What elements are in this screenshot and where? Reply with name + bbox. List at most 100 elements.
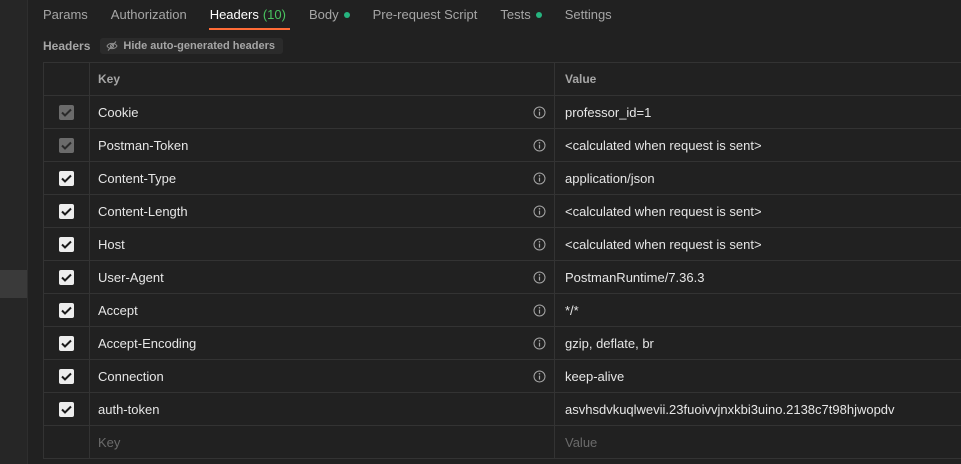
table-row: Content-Length <calculated when request i… [44,195,961,228]
checkmark-icon [61,108,72,117]
key-header-label: Key [98,72,121,86]
new-value-input[interactable]: Value [555,426,961,458]
checkmark-icon [61,339,72,348]
row-checkbox[interactable] [59,302,74,318]
row-value-cell[interactable]: professor_id=1 [555,96,961,128]
checkmark-icon [61,372,72,381]
table-row: Accept */* [44,294,961,327]
row-checkbox[interactable] [59,203,74,219]
row-checkbox[interactable] [59,170,74,186]
rows-container: Cookie professor_id=1 Postman-Token <calcul… [44,96,961,426]
row-value-cell[interactable]: application/json [555,162,961,194]
checkmark-icon [61,306,72,315]
value-column-header: Value [555,63,961,95]
row-check-cell [44,96,90,128]
checkmark-icon [61,240,72,249]
tab-label: Settings [564,7,612,22]
headers-table: Key Value Cookie professor_id=1 Postman-To… [43,62,961,459]
section-title: Headers [43,39,91,53]
row-value-cell[interactable]: <calculated when request is sent> [555,129,961,161]
row-key-cell[interactable]: Accept [90,294,555,326]
header-key: Host [98,236,125,252]
row-key-cell[interactable]: User-Agent [90,261,555,293]
key-column-header: Key [90,63,555,95]
row-check-cell [44,195,90,227]
new-key-input[interactable]: Key [90,426,555,458]
header-key: Accept-Encoding [98,335,197,351]
info-icon[interactable] [533,370,546,383]
row-checkbox [59,137,74,153]
info-icon[interactable] [533,172,546,185]
header-key: Postman-Token [98,137,189,153]
row-key-cell[interactable]: Host [90,228,555,260]
row-check-cell [44,261,90,293]
row-key-cell[interactable]: Content-Length [90,195,555,227]
row-key-cell[interactable]: Content-Type [90,162,555,194]
row-checkbox [59,104,74,120]
tab-status-dot [343,12,350,18]
row-checkbox[interactable] [59,335,74,351]
row-key-cell[interactable]: auth-token [90,393,555,425]
info-icon[interactable] [533,238,546,251]
tab-pre-request-script[interactable]: Pre-request Script [373,0,478,30]
header-key: Accept [98,302,138,318]
row-key-cell[interactable]: Cookie [90,96,555,128]
header-value: <calculated when request is sent> [565,236,762,252]
tab-settings[interactable]: Settings [565,0,612,30]
hide-button-label: Hide auto-generated headers [123,40,275,52]
row-check-cell [44,162,90,194]
info-icon[interactable] [533,139,546,152]
row-checkbox[interactable] [59,236,74,252]
info-icon[interactable] [533,205,546,218]
value-header-label: Value [565,72,597,86]
value-placeholder: Value [565,434,598,450]
row-value-cell[interactable]: */* [555,294,961,326]
tab-authorization[interactable]: Authorization [111,0,187,30]
checkmark-icon [61,207,72,216]
row-checkbox[interactable] [59,269,74,285]
header-value: application/json [565,170,655,186]
row-value-cell[interactable]: <calculated when request is sent> [555,195,961,227]
tab-label: Tests [500,7,531,22]
checkmark-icon [61,141,72,150]
header-value: <calculated when request is sent> [565,203,762,219]
info-icon[interactable] [533,271,546,284]
row-value-cell[interactable]: <calculated when request is sent> [555,228,961,260]
tab-params[interactable]: Params [43,0,88,30]
header-key: Content-Type [98,170,177,186]
row-checkbox[interactable] [59,368,74,384]
header-value: professor_id=1 [565,104,652,120]
header-value: PostmanRuntime/7.36.3 [565,269,705,285]
table-row: auth-token asvhsdvkuqlwevii.23fuoivvjnxkb… [44,393,961,426]
row-value-cell[interactable]: keep-alive [555,360,961,392]
row-value-cell[interactable]: gzip, deflate, br [555,327,961,359]
header-value: asvhsdvkuqlwevii.23fuoivvjnxkbi3uino.213… [565,401,895,417]
info-icon[interactable] [533,106,546,119]
hide-auto-generated-headers-button[interactable]: Hide auto-generated headers [100,38,283,54]
new-row-check-cell [44,426,90,458]
table-row: Cookie professor_id=1 [44,96,961,129]
tab-label: Authorization [110,7,187,22]
row-value-cell[interactable]: PostmanRuntime/7.36.3 [555,261,961,293]
tab-label: Pre-request Script [372,7,478,22]
row-key-cell[interactable]: Postman-Token [90,129,555,161]
header-key: Connection [98,368,164,384]
info-icon[interactable] [533,337,546,350]
tab-status-dot [535,12,542,18]
checkmark-icon [61,405,72,414]
row-check-cell [44,129,90,161]
tab-headers[interactable]: Headers (10) [208,0,291,30]
info-icon[interactable] [533,304,546,317]
table-row: Accept-Encoding gzip, deflate, br [44,327,961,360]
row-checkbox[interactable] [59,401,74,417]
checkmark-icon [61,273,72,282]
tab-body[interactable]: Body [309,0,350,30]
row-key-cell[interactable]: Connection [90,360,555,392]
row-value-cell[interactable]: asvhsdvkuqlwevii.23fuoivvjnxkbi3uino.213… [555,393,961,425]
header-value: */* [565,302,579,318]
row-key-cell[interactable]: Accept-Encoding [90,327,555,359]
checkmark-icon [61,174,72,183]
tab-count-badge: (10) [262,7,286,22]
table-row: Host <calculated when request is sent> [44,228,961,261]
tab-tests[interactable]: Tests [500,0,542,30]
